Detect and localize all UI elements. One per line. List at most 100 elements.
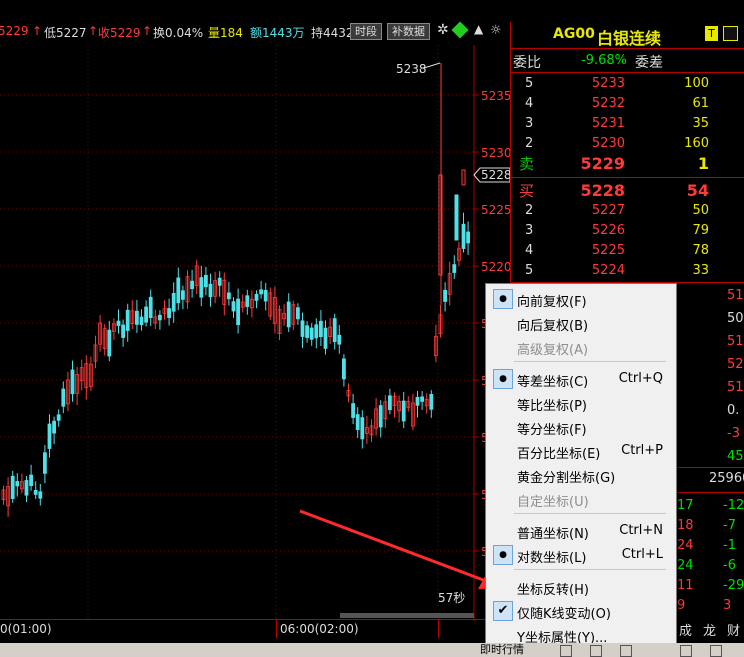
candle-body — [341, 358, 346, 380]
up-arrow-icon: ↑ — [88, 24, 99, 38]
menu-item-13[interactable]: ✔ 仅随K线变动(O) — [487, 599, 675, 623]
current-price-tag-label: 5228 — [481, 168, 510, 182]
grid-icon[interactable] — [723, 26, 738, 41]
order-volume: 50 — [692, 203, 709, 218]
panel-tab[interactable]: 龙 — [703, 620, 716, 639]
trade-volume: 18 — [677, 518, 694, 533]
settings-icon[interactable]: ☼ — [490, 23, 502, 38]
order-volume: 160 — [684, 136, 709, 151]
candle-body — [61, 388, 66, 407]
menu-item-1[interactable]: ● 向前复权(F) — [487, 287, 675, 311]
panel-tab[interactable]: 财 — [727, 620, 740, 639]
menu-item-4[interactable]: ● 等差坐标(C) Ctrl+Q — [487, 367, 675, 391]
candle-body — [236, 298, 241, 326]
menu-item-label: 自定坐标(U) — [517, 495, 589, 510]
menu-item-10[interactable]: 普通坐标(N) Ctrl+N — [487, 519, 675, 543]
status-text[interactable]: 即时行情 — [480, 643, 524, 657]
buy-order-row: 2 5227 50 — [511, 201, 744, 221]
toolbar-icon[interactable] — [560, 645, 572, 657]
candle-body — [466, 231, 471, 244]
order-level: 买 — [519, 182, 535, 200]
candle-body — [360, 417, 365, 440]
stat-value: 45 — [727, 449, 744, 464]
menu-shortcut: Ctrl+L — [621, 547, 663, 562]
order-level: 4 — [525, 96, 534, 111]
trade-volume: 11 — [677, 578, 694, 593]
diff-label: 委差 — [635, 55, 663, 71]
order-level: 4 — [525, 243, 534, 258]
menu-item-11[interactable]: ● 对数坐标(L) Ctrl+L — [487, 543, 675, 567]
menu-item-12[interactable]: 坐标反转(H) — [487, 575, 675, 599]
order-price: 5226 — [591, 223, 625, 238]
candle-body — [314, 324, 319, 339]
order-volume: 33 — [692, 263, 709, 278]
menu-item-7[interactable]: 百分比坐标(E) Ctrl+P — [487, 439, 675, 463]
order-price: 5229 — [580, 154, 625, 173]
trade-change: -29 — [723, 578, 744, 593]
menu-item-label: 等分坐标(F) — [517, 423, 587, 438]
candle-body — [38, 491, 43, 499]
radio-dot-icon: ● — [493, 545, 513, 565]
price-tick-label: 5230 — [481, 146, 510, 160]
trade-change: -1 — [723, 538, 736, 553]
candle-body — [259, 289, 264, 295]
menu-separator — [514, 361, 666, 362]
period-button[interactable]: 时段 — [350, 23, 382, 40]
order-volume: 100 — [684, 76, 709, 91]
stat-value: 51 — [727, 288, 744, 303]
time-label-mid: 06:00(02:00) — [280, 622, 359, 636]
candle-body — [461, 169, 466, 186]
candle-body — [148, 296, 153, 318]
candle-body — [121, 324, 125, 338]
menu-item-label: 等差坐标(C) — [517, 375, 589, 390]
menu-item-label: 坐标反转(H) — [517, 583, 589, 598]
order-price: 5233 — [591, 76, 625, 91]
menu-item-6[interactable]: 等分坐标(F) — [487, 415, 675, 439]
trade-change: 3 — [723, 598, 732, 613]
fill-data-button[interactable]: 补数据 — [387, 23, 430, 40]
price-tick-label: 5225 — [481, 203, 510, 217]
kline-chart[interactable]: 523552305225522055555 5238 5228 57秒 — [0, 45, 510, 625]
sell-order-row: 4 5232 61 — [511, 94, 744, 114]
time-label-left: 0(01:00) — [0, 622, 52, 636]
toolbar-icon[interactable] — [710, 645, 722, 657]
toolbar-icon[interactable] — [590, 645, 602, 657]
menu-item-3: 高级复权(A) — [487, 335, 675, 359]
menu-item-label: 向前复权(F) — [517, 295, 587, 310]
candle-body — [56, 414, 61, 421]
candle-body — [305, 325, 310, 338]
candle-body — [52, 420, 56, 434]
order-price: 5230 — [591, 136, 625, 151]
panel-tab[interactable]: 成 — [679, 620, 692, 639]
stat-value: 50 — [727, 311, 744, 326]
sell-order-row: 5 5233 100 — [511, 74, 744, 94]
candle-body — [43, 452, 47, 474]
candle-body — [415, 396, 420, 406]
candle-body — [157, 314, 162, 321]
book-divider — [511, 177, 744, 178]
menu-shortcut: Ctrl+N — [619, 523, 663, 538]
candle-body — [171, 293, 176, 312]
stat-value: 51 — [727, 380, 744, 395]
candle-body — [254, 293, 259, 301]
close-price-label: 收5229 — [98, 26, 141, 40]
toolbar-icon[interactable] — [680, 645, 692, 657]
menu-item-8[interactable]: 黄金分割坐标(G) — [487, 463, 675, 487]
expand-icon[interactable]: ▲ — [474, 22, 483, 36]
toolbar-icon[interactable] — [620, 645, 632, 657]
gear-icon[interactable]: ✲ — [437, 22, 449, 38]
menu-item-5[interactable]: 等比坐标(P) — [487, 391, 675, 415]
menu-item-label: 等比坐标(P) — [517, 399, 587, 414]
candle-body — [167, 308, 172, 319]
order-level: 2 — [525, 203, 534, 218]
candle-body — [190, 280, 195, 290]
t-badge[interactable]: T — [705, 26, 718, 41]
up-arrow-icon: ↑ — [142, 24, 153, 38]
candle-body — [452, 264, 457, 273]
menu-item-2[interactable]: 向后复权(B) — [487, 311, 675, 335]
candle-body — [33, 489, 38, 495]
order-volume: 61 — [692, 96, 709, 111]
candle-body — [134, 310, 139, 325]
order-volume: 78 — [692, 243, 709, 258]
total-value: 25960 — [709, 471, 744, 486]
